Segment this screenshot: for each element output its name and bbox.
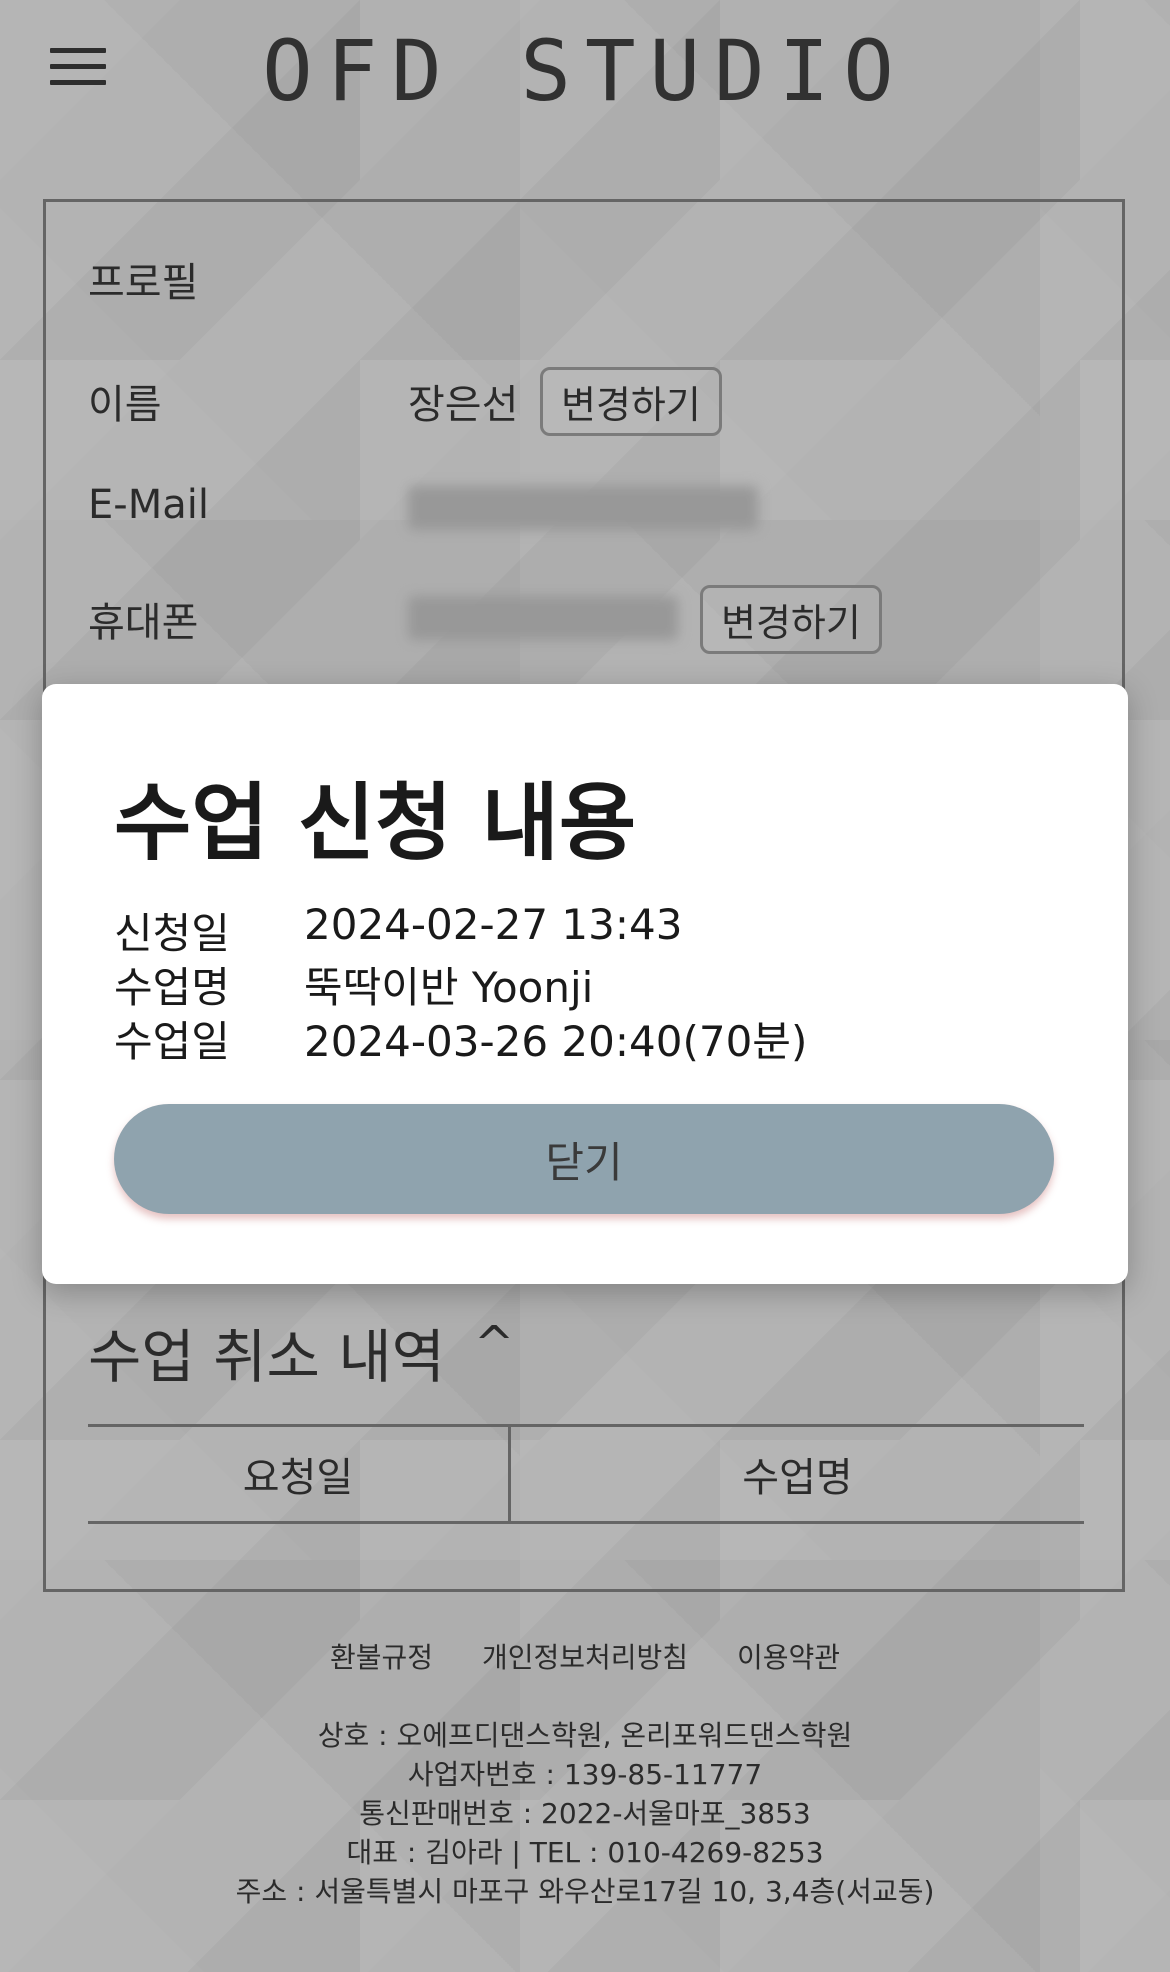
modal-title: 수업 신청 내용: [114, 774, 637, 872]
class-date-label: 수업일: [114, 1017, 230, 1066]
close-button[interactable]: 닫기: [114, 1104, 1054, 1214]
class-application-modal: 수업 신청 내용 신청일 2024-02-27 13:43 수업명 뚝딱이반 Y…: [42, 684, 1128, 1284]
class-date-value: 2024-03-26 20:40(70분): [304, 1017, 808, 1066]
class-name-value: 뚝딱이반 Yoonji: [304, 963, 594, 1012]
applied-date-label: 신청일: [114, 909, 230, 958]
applied-date-value: 2024-02-27 13:43: [304, 900, 683, 949]
class-name-label: 수업명: [114, 963, 230, 1012]
